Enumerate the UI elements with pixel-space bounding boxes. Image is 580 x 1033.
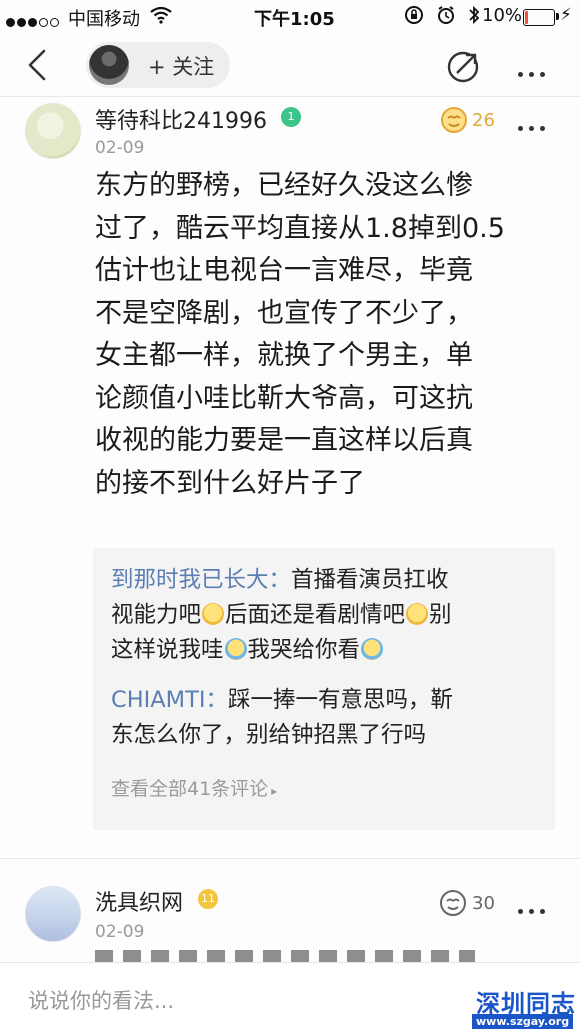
- like-count: 30: [472, 893, 495, 914]
- comment-body: 东方的野榜，已经好久没这么惨 过了，酷云平均直接从1.8掉到0.5 估计也让电视…: [95, 165, 545, 505]
- clock: 下午1:05: [254, 9, 335, 30]
- comment-line: 论颜值小哇比靳大爷高，可这抗: [95, 382, 473, 414]
- truncated-comment-text: [95, 950, 475, 962]
- bluetooth-icon: [469, 5, 480, 25]
- reply-item[interactable]: CHIAMTI：踩一捧一有意思吗，靳 东怎么你了，别给钟招黑了行吗: [111, 683, 551, 753]
- comment-line: 估计也让电视台一言难尽，毕竟: [95, 255, 473, 286]
- comment-line: 不是空降剧，也宣传了不少了，: [95, 297, 473, 329]
- comment-input[interactable]: 说说你的看法...: [28, 985, 174, 1015]
- signal-strength-icon: [6, 11, 61, 32]
- like-icon[interactable]: [438, 889, 468, 917]
- charging-icon: ⚡: [560, 5, 572, 25]
- level-badge-icon: 1: [281, 107, 301, 127]
- comment-username[interactable]: 洗具织网: [95, 885, 183, 917]
- battery-icon: [523, 9, 555, 26]
- wifi-icon: [150, 6, 172, 24]
- follow-label: + 关注: [148, 55, 215, 79]
- sad-face-emoji-icon: [406, 603, 429, 625]
- reply-username[interactable]: CHIAMTI：: [111, 687, 228, 713]
- alarm-icon: [437, 6, 454, 24]
- share-icon[interactable]: [446, 48, 482, 84]
- like-icon[interactable]: [439, 106, 469, 134]
- rotation-lock-icon: [405, 6, 423, 24]
- author-avatar[interactable]: [89, 45, 129, 85]
- like-count: 26: [472, 110, 495, 131]
- comment-more-icon[interactable]: [518, 116, 551, 135]
- battery-percentage: 10%: [482, 5, 523, 26]
- nav-bar: + 关注: [0, 34, 580, 96]
- comment-line: 东方的野榜，已经好久没这么惨: [95, 170, 473, 201]
- avatar[interactable]: [25, 886, 81, 942]
- comment-line: 过了，酷云平均直接从1.8掉到0.5: [95, 212, 505, 244]
- reply-item[interactable]: 到那时我已长大：首播看演员扛收 视能力吧 后面还是看剧情吧别 这样说我哇 我哭给你看: [111, 563, 551, 668]
- sad-face-emoji-icon: [202, 603, 225, 625]
- crying-face-emoji-icon: [361, 638, 384, 660]
- reply-section: 到那时我已长大：首播看演员扛收 视能力吧 后面还是看剧情吧别 这样说我哇 我哭给你看…: [93, 548, 555, 830]
- comment-line: 收视的能力要是一直这样以后真: [95, 425, 473, 456]
- comment-more-icon[interactable]: [518, 899, 551, 918]
- comment-line: 的接不到什么好片子了: [95, 467, 365, 499]
- back-arrow-icon[interactable]: [24, 48, 54, 82]
- chevron-right-icon: ▸: [271, 784, 278, 798]
- carrier-name: 中国移动: [68, 9, 140, 30]
- level-badge-icon: 11: [198, 889, 218, 909]
- more-options-icon[interactable]: [518, 62, 551, 81]
- comment-date: 02-09: [95, 138, 145, 158]
- status-bar: 中国移动 下午1:05 10% ⚡: [0, 0, 580, 34]
- watermark-logo: 深圳同志 www.szgay.org: [472, 984, 580, 1032]
- follow-button[interactable]: + 关注: [86, 42, 230, 88]
- avatar[interactable]: [25, 103, 81, 159]
- crying-face-emoji-icon: [224, 638, 247, 660]
- comment-date: 02-09: [95, 922, 145, 942]
- comment-line: 女主都一样，就换了个男主，单: [95, 340, 473, 371]
- comment-username[interactable]: 等待科比241996: [95, 103, 267, 135]
- view-all-replies-link[interactable]: 查看全部41条评论 ▸: [111, 774, 277, 801]
- reply-username[interactable]: 到那时我已长大：: [111, 567, 291, 593]
